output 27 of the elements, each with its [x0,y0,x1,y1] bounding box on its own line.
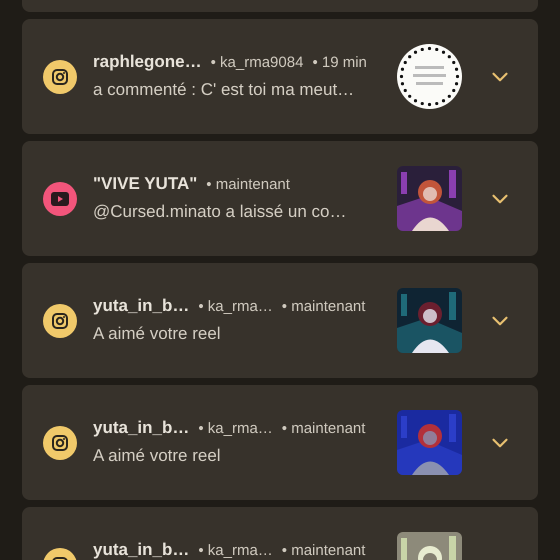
notification-text: A aimé votre reel [93,446,222,466]
notification-meta: • maintenant [282,542,366,560]
notification-card[interactable]: yuta_in_b… • ka_rma… • maintenant [22,507,538,560]
notification-card[interactable]: yuta_in_b… • ka_rma… • maintenant A aimé votre reel [22,263,538,378]
notification-meta: • ka_rma… [198,420,273,438]
camera-icon [51,312,69,330]
notification-text: a commenté : C' est toi ma meut… [93,80,356,100]
notification-card[interactable]: yuta_in_b… • ka_rma… • maintenant A aimé votre reel [22,385,538,500]
notification-title: yuta_in_b… [93,418,190,438]
notification-meta: • ka_rma… [198,298,273,316]
notification-title: yuta_in_b… [93,296,190,316]
camera-icon [51,68,69,86]
notification-text: @Cursed.minato a laissé un co… [93,202,348,222]
notification-text: A aimé votre reel [93,324,222,344]
notification-meta: • ka_rma… [198,542,273,560]
notification-meta: • maintenant [282,298,366,316]
notification-meta: • 19 min [312,54,367,72]
notification-card[interactable]: "VIVE YUTA" • maintenant @Cursed.minato a laissé un co… [22,141,538,256]
play-icon [51,192,69,206]
notification-title: raphlegone… [93,52,202,72]
notification-title: "VIVE YUTA" [93,174,198,194]
notification-meta: • maintenant [206,176,290,194]
camera-icon [51,434,69,452]
notification-title: yuta_in_b… [93,540,190,560]
notification-meta: • ka_rma9084 [210,54,304,72]
notification-card[interactable]: raphlegone… • ka_rma9084 • 19 min a commenté : C' est toi ma meut… [22,19,538,134]
notification-meta: • maintenant [282,420,366,438]
